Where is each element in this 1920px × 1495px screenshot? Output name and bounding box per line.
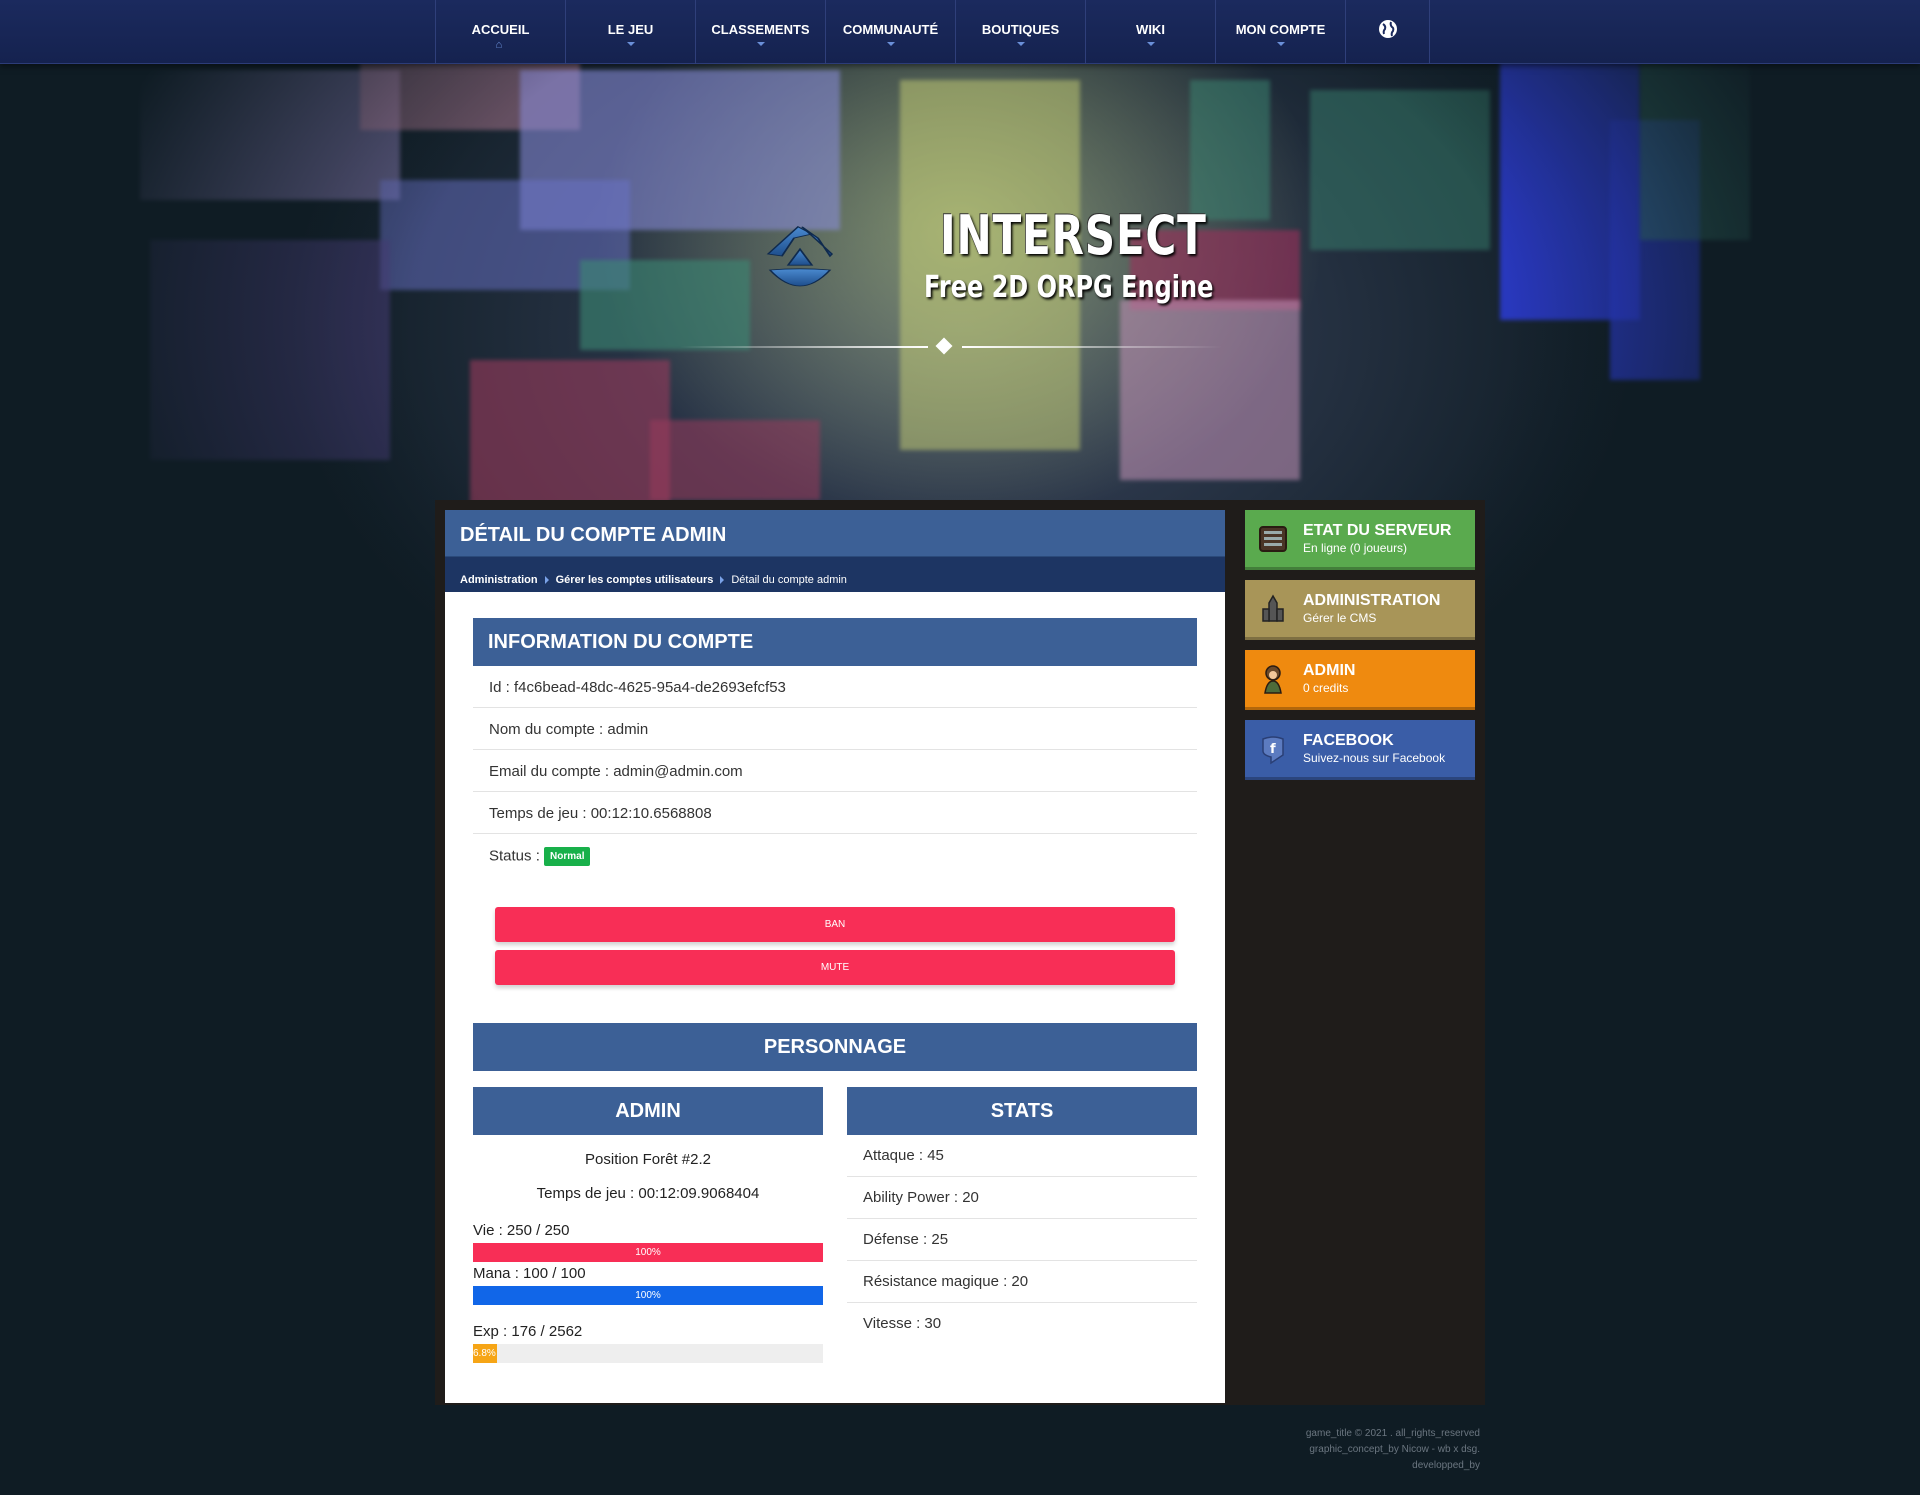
nav-item-wiki[interactable]: WIKI [1086, 0, 1216, 64]
account-email: Email du compte : admin@admin.com [473, 750, 1197, 792]
character-panel: PERSONNAGE [473, 1023, 1197, 1071]
character-position: Position Forêt #2.2 [585, 1151, 711, 1168]
status-badge: Normal [544, 847, 591, 866]
mana-label: Mana : 100 / 100 [473, 1265, 586, 1282]
administration-card[interactable]: ADMINISTRATION Gérer le CMS [1245, 580, 1475, 640]
breadcrumb-link-users[interactable]: Gérer les comptes utilisateurs [556, 574, 714, 586]
stat-ability-power: Ability Power : 20 [847, 1177, 1197, 1219]
nav-item-classements[interactable]: CLASSEMENTS [696, 0, 826, 64]
facebook-card[interactable]: f FACEBOOK Suivez-nous sur Facebook [1245, 720, 1475, 780]
nav-label: ACCUEIL [471, 22, 530, 37]
facebook-icon: f [1262, 736, 1284, 765]
page-title: DÉTAIL DU COMPTE ADMIN [445, 510, 1225, 557]
exp-label: Exp : 176 / 2562 [473, 1323, 583, 1340]
nav-item-accueil[interactable]: ACCUEIL ⌂ [436, 0, 566, 64]
hero-title: INTERSECT [940, 204, 1207, 267]
nav-menu: ACCUEIL ⌂ LE JEU CLASSEMENTS COMMUNAUTÉ … [435, 0, 1430, 64]
exp-bar-fill: 6.8% [473, 1344, 497, 1363]
card-subtitle: Gérer le CMS [1303, 611, 1377, 625]
nav-item-communaute[interactable]: COMMUNAUTÉ [826, 0, 956, 64]
breadcrumb: Administration Gérer les comptes utilisa… [445, 557, 1225, 592]
breadcrumb-link-administration[interactable]: Administration [460, 574, 538, 586]
server-status-card[interactable]: ETAT DU SERVEUR En ligne (0 joueurs) [1245, 510, 1475, 570]
language-button[interactable] [1346, 0, 1430, 64]
castle-icon [1262, 594, 1284, 622]
character-heading: PERSONNAGE [473, 1023, 1197, 1071]
nav-label: COMMUNAUTÉ [842, 22, 939, 37]
account-name: Nom du compte : admin [473, 708, 1197, 750]
top-nav: ACCUEIL ⌂ LE JEU CLASSEMENTS COMMUNAUTÉ … [0, 0, 1920, 64]
stats-column: STATS Attaque : 45 Ability Power : 20 Dé… [847, 1087, 1197, 1345]
intersect-logo-icon [766, 226, 834, 287]
user-account-card[interactable]: ADMIN 0 credits [1245, 650, 1475, 710]
home-icon: ⌂ [495, 39, 503, 51]
card-title: ADMIN [1303, 662, 1356, 679]
breadcrumb-separator-icon [720, 576, 725, 584]
chevron-down-icon [626, 42, 635, 46]
footer-credits: graphic_concept_by Nicow - wb x dsg. [1309, 1444, 1480, 1455]
character-avatar-icon [1264, 665, 1282, 694]
hp-label: Vie : 250 / 250 [473, 1222, 570, 1239]
account-status: Status : Normal [473, 834, 1197, 876]
nav-label: WIKI [1136, 22, 1165, 37]
nav-label: MON COMPTE [1235, 22, 1326, 37]
breadcrumb-current: Détail du compte admin [731, 574, 847, 586]
breadcrumb-separator-icon [544, 576, 549, 584]
footer-copyright: game_title © 2021 . all_rights_reserved [1305, 1428, 1480, 1439]
account-info-panel: INFORMATION DU COMPTE Id : f4c6bead-48dc… [473, 618, 1197, 876]
character-name: ADMIN [473, 1087, 823, 1135]
account-playtime: Temps de jeu : 00:12:10.6568808 [473, 792, 1197, 834]
mute-button[interactable]: MUTE [495, 950, 1175, 985]
nav-label: BOUTIQUES [981, 22, 1060, 37]
ban-button[interactable]: BAN [495, 907, 1175, 942]
hp-bar-fill: 100% [473, 1243, 823, 1262]
card-subtitle: En ligne (0 joueurs) [1303, 541, 1408, 555]
card-subtitle: Suivez-nous sur Facebook [1303, 751, 1446, 765]
hero-divider [680, 346, 928, 348]
stat-magic-resistance: Résistance magique : 20 [847, 1261, 1197, 1303]
account-id: Id : f4c6bead-48dc-4625-95a4-de2693efcf5… [473, 666, 1197, 708]
chevron-down-icon [1146, 42, 1155, 46]
footer: game_title © 2021 . all_rights_reserved … [1306, 1426, 1480, 1474]
globe-icon [1378, 20, 1397, 38]
mana-bar: 100% [473, 1286, 823, 1305]
chevron-down-icon [1276, 42, 1285, 46]
character-playtime: Temps de jeu : 00:12:09.9068404 [536, 1185, 760, 1202]
card-title: ETAT DU SERVEUR [1303, 522, 1452, 539]
card-title: ADMINISTRATION [1303, 592, 1441, 609]
account-info-heading: INFORMATION DU COMPTE [473, 618, 1197, 666]
stat-attack: Attaque : 45 [847, 1135, 1197, 1177]
card-title: FACEBOOK [1303, 732, 1394, 749]
nav-label: CLASSEMENTS [711, 22, 810, 37]
character-column: ADMIN Position Forêt #2.2 Temps de jeu :… [473, 1087, 823, 1363]
nav-label: LE JEU [607, 22, 654, 37]
stats-heading: STATS [847, 1087, 1197, 1135]
nav-item-le-jeu[interactable]: LE JEU [566, 0, 696, 64]
hp-bar: 100% [473, 1243, 823, 1262]
hero-subtitle: Free 2D ORPG Engine [924, 270, 1214, 305]
server-icon [1259, 526, 1287, 552]
mana-bar-fill: 100% [473, 1286, 823, 1305]
exp-bar: 6.8% [473, 1344, 823, 1363]
stat-defense: Défense : 25 [847, 1219, 1197, 1261]
main-content: DÉTAIL DU COMPTE ADMIN Administration Gé… [445, 510, 1225, 1403]
footer-developer: developped_by [1412, 1460, 1480, 1471]
stat-speed: Vitesse : 30 [863, 1315, 942, 1332]
svg-text:f: f [1270, 742, 1276, 757]
nav-item-mon-compte[interactable]: MON COMPTE [1216, 0, 1346, 64]
status-label: Status : [489, 847, 540, 865]
nav-item-boutiques[interactable]: BOUTIQUES [956, 0, 1086, 64]
chevron-down-icon [1016, 42, 1025, 46]
card-subtitle: 0 credits [1303, 681, 1349, 695]
hero-divider [962, 346, 1222, 348]
chevron-down-icon [886, 42, 895, 46]
chevron-down-icon [756, 42, 765, 46]
